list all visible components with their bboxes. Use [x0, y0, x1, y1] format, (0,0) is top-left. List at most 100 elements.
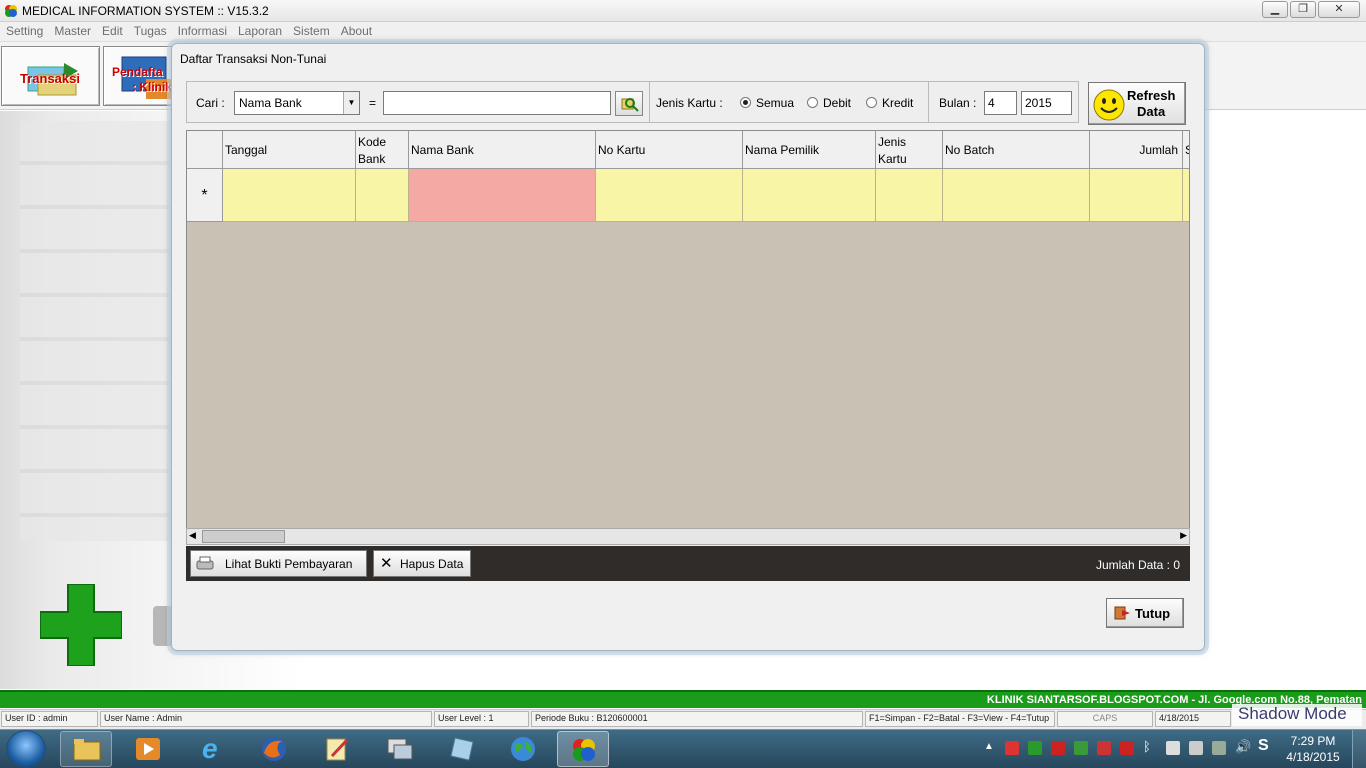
tray-download-icon[interactable] — [1074, 741, 1088, 755]
chevron-down-icon[interactable]: ▼ — [343, 92, 359, 114]
tray-update-icon[interactable] — [1120, 741, 1134, 755]
menu-sistem[interactable]: Sistem — [287, 22, 335, 41]
column-header-label: Nama Bank — [411, 143, 474, 157]
column-header-label: Kartu — [878, 152, 907, 166]
transactions-grid[interactable]: Tanggal Kode Bank Nama Bank No Kartu Nama… — [186, 130, 1190, 542]
radio-semua-label[interactable]: Semua — [756, 96, 794, 110]
start-button[interactable] — [6, 730, 46, 768]
new-row-cell-kode-bank[interactable] — [356, 169, 409, 222]
taskbar-virtual-machine[interactable] — [373, 731, 425, 767]
search-field-value: Nama Bank — [239, 96, 302, 110]
taskbar-glass-app[interactable] — [435, 731, 487, 767]
column-header-no-kartu[interactable]: No Kartu — [596, 131, 743, 169]
network-icon[interactable] — [1212, 741, 1226, 755]
scroll-right-icon[interactable]: ▶ — [1180, 530, 1187, 541]
column-header-label: No Kartu — [598, 143, 646, 157]
tray-network-app-icon[interactable] — [1028, 741, 1042, 755]
jenis-kartu-label: Jenis Kartu : — [656, 96, 723, 110]
pendaftaran-klinik-button[interactable]: Pendafta : Klinik — [103, 46, 173, 106]
radio-debit-label[interactable]: Debit — [823, 96, 851, 110]
transaksi-button[interactable]: Transaksi — [1, 46, 100, 106]
taskbar-explorer[interactable] — [60, 731, 112, 767]
new-row-cell-jenis-kartu[interactable] — [876, 169, 943, 222]
bluetooth-icon[interactable]: ᛒ — [1143, 739, 1151, 754]
radio-debit[interactable] — [807, 97, 818, 108]
search-button[interactable] — [615, 91, 643, 116]
taskbar-medical-system-active[interactable] — [557, 731, 609, 767]
year-input[interactable]: 2015 — [1021, 91, 1072, 115]
taskbar-globe-app[interactable] — [497, 731, 549, 767]
taskbar-internet-explorer[interactable]: e — [186, 731, 238, 767]
column-header-label: Bank — [358, 152, 386, 166]
tray-expand-icon[interactable]: ▲ — [984, 741, 994, 752]
new-row-cell-jumlah[interactable] — [1090, 169, 1183, 222]
column-header-nama-pemilik[interactable]: Nama Pemilik — [743, 131, 876, 169]
folder-icon — [73, 739, 101, 761]
horizontal-scrollbar[interactable]: ◀ ▶ — [186, 528, 1190, 545]
restore-button[interactable]: ❐ — [1290, 1, 1316, 18]
tray-flag-icon[interactable] — [1189, 741, 1203, 755]
column-header-jenis-kartu[interactable]: Jenis Kartu — [876, 131, 943, 169]
pendaftaran-label: Pendafta — [112, 65, 163, 79]
tray-s-app-icon[interactable]: S — [1258, 737, 1269, 755]
tray-app-icon[interactable] — [1005, 741, 1019, 755]
menu-about[interactable]: About — [335, 22, 377, 41]
hapus-data-button[interactable]: ✕ Hapus Data — [373, 550, 471, 577]
column-header-truncated[interactable]: S — [1183, 131, 1189, 169]
hapus-data-label: Hapus Data — [400, 557, 464, 571]
menu-tugas[interactable]: Tugas — [128, 22, 172, 41]
clock-date: 4/18/2015 — [1286, 750, 1340, 764]
app-title: MEDICAL INFORMATION SYSTEM :: V15.3.2 — [22, 4, 269, 18]
menu-setting[interactable]: Setting — [0, 22, 48, 41]
refresh-data-button[interactable]: Refresh Data — [1088, 82, 1186, 125]
taskbar-media-player[interactable] — [121, 731, 173, 767]
show-desktop-button[interactable] — [1352, 730, 1366, 768]
grid-corner-header — [187, 131, 223, 169]
month-input[interactable]: 4 — [984, 91, 1017, 115]
status-caps: CAPS — [1057, 711, 1153, 727]
firefox-icon — [262, 737, 286, 761]
exit-door-icon — [1114, 606, 1130, 620]
status-periode-buku: Periode Buku : B120600001 — [531, 711, 863, 727]
search-input[interactable] — [383, 91, 611, 115]
lihat-bukti-label: Lihat Bukti Pembayaran — [225, 557, 353, 571]
menu-master[interactable]: Master — [48, 22, 96, 41]
tray-device-icon[interactable] — [1166, 741, 1180, 755]
new-row-cell-no-kartu[interactable] — [596, 169, 743, 222]
new-row-cell-truncated[interactable] — [1183, 169, 1189, 222]
scroll-left-icon[interactable]: ◀ — [189, 530, 196, 541]
scrollbar-thumb[interactable] — [202, 530, 285, 543]
column-header-label: Tanggal — [225, 143, 268, 157]
column-header-jumlah[interactable]: Jumlah — [1090, 131, 1183, 169]
klinik-label: : Klinik — [132, 80, 173, 94]
close-button[interactable]: ✕ — [1318, 1, 1360, 18]
minimize-button[interactable]: ▁ — [1262, 1, 1288, 18]
volume-icon[interactable]: 🔊 — [1235, 739, 1251, 755]
radio-kredit-label[interactable]: Kredit — [882, 96, 913, 110]
radio-kredit[interactable] — [866, 97, 877, 108]
column-header-label: No Batch — [945, 143, 995, 157]
menu-laporan[interactable]: Laporan — [232, 22, 287, 41]
taskbar-firefox[interactable] — [248, 731, 300, 767]
status-user-name: User Name : Admin — [100, 711, 432, 727]
search-field-select[interactable]: Nama Bank ▼ — [234, 91, 360, 115]
column-header-kode-bank[interactable]: Kode Bank — [356, 131, 409, 169]
new-row-cell-no-batch[interactable] — [943, 169, 1090, 222]
transaksi-label: Transaksi — [20, 71, 80, 86]
menu-informasi[interactable]: Informasi — [172, 22, 232, 41]
taskbar-notes[interactable] — [311, 731, 363, 767]
new-row-cell-nama-pemilik[interactable] — [743, 169, 876, 222]
tray-mail-icon[interactable] — [1051, 741, 1065, 755]
new-row-cell-nama-bank[interactable] — [409, 169, 596, 222]
column-header-nama-bank[interactable]: Nama Bank — [409, 131, 596, 169]
tutup-label: Tutup — [1135, 606, 1171, 621]
new-row-cell-tanggal[interactable] — [223, 169, 356, 222]
tray-shield-icon[interactable] — [1097, 741, 1111, 755]
column-header-no-batch[interactable]: No Batch — [943, 131, 1090, 169]
tutup-button[interactable]: Tutup — [1106, 598, 1184, 628]
lihat-bukti-button[interactable]: Lihat Bukti Pembayaran — [190, 550, 367, 577]
taskbar-clock[interactable]: 7:29 PM 4/18/2015 — [1280, 733, 1346, 765]
radio-semua[interactable] — [740, 97, 751, 108]
menu-edit[interactable]: Edit — [96, 22, 128, 41]
column-header-tanggal[interactable]: Tanggal — [223, 131, 356, 169]
